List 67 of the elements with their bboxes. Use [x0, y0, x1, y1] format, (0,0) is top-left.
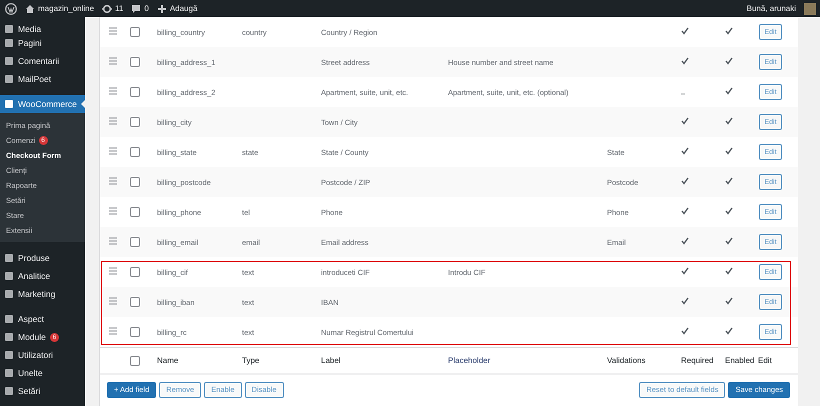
- column-header: Name: [157, 356, 180, 365]
- drag-handle-icon: [109, 27, 117, 35]
- wordpress-logo-icon: [5, 2, 17, 14]
- comment-icon: [131, 4, 142, 14]
- column-header: Required: [681, 356, 714, 365]
- sidebar-item[interactable]: Aspect: [0, 310, 85, 328]
- square-icon: [4, 253, 14, 263]
- square-icon: [4, 350, 14, 360]
- row-checkbox[interactable]: [130, 117, 140, 127]
- drag-handle-icon: [109, 297, 117, 305]
- drag-handle-icon: [109, 177, 117, 185]
- user-greeting[interactable]: Bună, arunaki: [746, 4, 796, 13]
- drag-handle-icon: [109, 207, 117, 215]
- drag-handle-icon: [109, 267, 117, 275]
- row-checkbox[interactable]: [130, 177, 140, 187]
- drag-handle-icon: [109, 117, 117, 125]
- square-icon: [4, 24, 14, 34]
- square-icon: [4, 314, 14, 324]
- sidebar-item[interactable]: Analitice: [0, 267, 85, 285]
- sidebar-item[interactable]: WooCommerce: [0, 95, 85, 113]
- square-icon: [4, 74, 14, 84]
- square-icon: [4, 368, 14, 378]
- drag-handle-icon: [109, 57, 117, 65]
- updates-count[interactable]: 11: [115, 4, 124, 13]
- drag-handle-icon: [109, 327, 117, 335]
- row-checkbox[interactable]: [130, 237, 140, 247]
- column-header: Label: [321, 356, 342, 365]
- row-checkbox[interactable]: [130, 267, 140, 277]
- square-icon: [4, 386, 14, 396]
- sidebar-item[interactable]: Setări: [0, 382, 85, 400]
- row-checkbox[interactable]: [130, 27, 140, 37]
- column-header: Edit: [758, 356, 773, 365]
- column-header: Validations: [607, 356, 647, 365]
- comments-count[interactable]: 0: [144, 4, 149, 13]
- sidebar-item[interactable]: Unelte: [0, 364, 85, 382]
- new-content-link[interactable]: Adaugă: [170, 4, 198, 13]
- home-icon: [25, 4, 35, 14]
- sidebar-item[interactable]: Comentarii: [0, 52, 85, 70]
- site-name-link[interactable]: magazin_online: [38, 4, 94, 13]
- square-icon: [4, 271, 14, 281]
- row-checkbox[interactable]: [130, 57, 140, 67]
- row-checkbox[interactable]: [130, 297, 140, 307]
- plus-icon: [156, 4, 167, 14]
- row-checkbox[interactable]: [130, 207, 140, 217]
- sidebar-item[interactable]: Pagini: [0, 34, 85, 52]
- row-checkbox[interactable]: [130, 147, 140, 157]
- drag-handle-icon: [109, 87, 117, 95]
- column-header: Type: [242, 356, 260, 365]
- sidebar-item[interactable]: MailPoet: [0, 70, 85, 88]
- avatar-image: [804, 2, 816, 14]
- row-checkbox[interactable]: [130, 356, 140, 366]
- sidebar-item[interactable]: Media: [0, 24, 85, 34]
- square-icon: [4, 289, 14, 299]
- square-icon: [4, 38, 14, 48]
- column-header: Enabled: [725, 356, 756, 365]
- square-icon: [4, 99, 14, 109]
- drag-handle-icon: [109, 147, 117, 155]
- sidebar-item[interactable]: Utilizatori: [0, 346, 85, 364]
- column-header: Placeholder: [448, 356, 492, 365]
- drag-handle-icon: [109, 237, 117, 245]
- square-icon: [4, 56, 14, 66]
- row-checkbox[interactable]: [130, 327, 140, 337]
- sidebar-item[interactable]: Marketing: [0, 285, 85, 303]
- square-icon: [4, 332, 14, 342]
- row-checkbox[interactable]: [130, 87, 140, 97]
- refresh-icon: [102, 4, 112, 14]
- sidebar-item[interactable]: Produse: [0, 249, 85, 267]
